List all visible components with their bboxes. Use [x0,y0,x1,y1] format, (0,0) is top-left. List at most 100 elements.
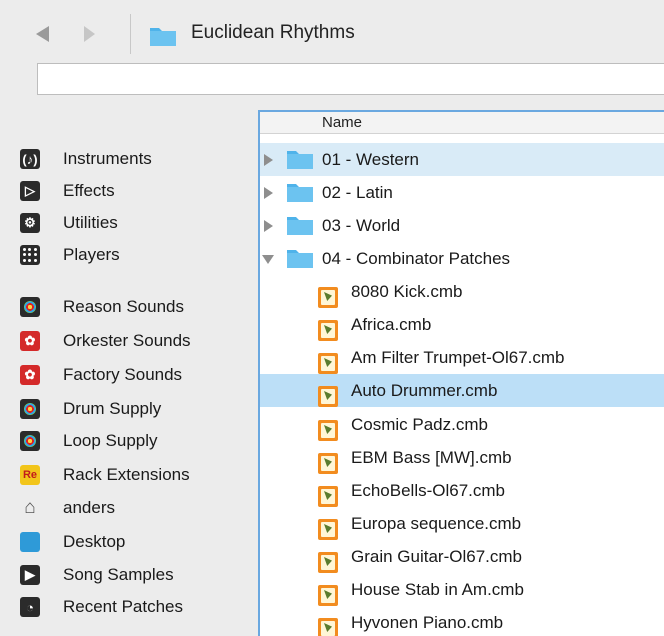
disclosure-triangle-icon[interactable] [262,255,274,264]
folder-icon [150,28,176,46]
recent-patches-icon: ◔ [20,597,40,617]
file-row[interactable]: EchoBells-Ol67.cmb [260,474,664,507]
sidebar-item-drum-supply[interactable]: Drum Supply [20,396,161,422]
song-samples-icon: ▶ [20,565,40,585]
folder-row[interactable]: 02 - Latin [260,176,664,209]
file-label: EchoBells-Ol67.cmb [351,481,506,500]
sidebar-item-label: Orkester Sounds [63,331,191,350]
utilities-icon: ⚙ [20,213,40,233]
column-header-label: Name [322,114,363,131]
combinator-patch-icon [318,287,338,308]
disclosure-triangle-icon[interactable] [264,220,273,232]
file-label: Africa.cmb [351,315,432,334]
sidebar-item-effects[interactable]: ▷ Effects [20,178,115,204]
rack-extensions-icon: Re [20,465,40,485]
sidebar-item-reason-sounds[interactable]: Reason Sounds [20,294,184,320]
sidebar-item-label: Loop Supply [63,431,158,450]
drum-supply-icon [20,399,40,419]
home-icon: ⌂ [24,497,36,518]
instruments-icon: (♪) [20,149,40,169]
sidebar-item-label: Reason Sounds [63,297,184,316]
combinator-patch-icon [318,519,338,540]
file-label: Cosmic Padz.cmb [351,415,488,434]
forward-arrow-icon[interactable] [84,26,95,42]
sidebar-item-label: Desktop [63,532,126,551]
sidebar-item-instruments[interactable]: (♪) Instruments [20,146,152,172]
sidebar-item-label: Song Samples [63,565,174,584]
folder-label: 03 - World [322,216,401,235]
orkester-sounds-icon: ✿ [20,331,40,351]
sidebar-item-players[interactable]: Players [20,242,120,268]
sidebar-item-label: Factory Sounds [63,365,183,384]
sidebar-item-utilities[interactable]: ⚙ Utilities [20,210,118,236]
sidebar-item-label: Rack Extensions [63,465,190,484]
sidebar-item-label: Recent Patches [63,597,184,616]
folder-icon [287,151,313,169]
back-arrow-icon[interactable] [36,26,49,42]
sidebar-item-label: Utilities [63,213,118,232]
disclosure-triangle-icon[interactable] [264,187,273,199]
folder-icon [287,184,313,202]
sidebar-item-label: Players [63,245,120,264]
sidebar-item-label: anders [63,498,115,517]
file-label: Europa sequence.cmb [351,514,522,533]
combinator-patch-icon [318,486,338,507]
path-title: Euclidean Rhythms [191,22,355,43]
file-row[interactable]: EBM Bass [MW].cmb [260,441,664,474]
combinator-patch-icon [318,320,338,341]
combinator-patch-icon [318,618,338,636]
combinator-patch-icon [318,552,338,573]
combinator-patch-icon [318,420,338,441]
sidebar-item-label: Drum Supply [63,399,162,418]
file-list[interactable]: Name 01 - Western 02 - Latin 03 - World … [258,110,664,636]
factory-sounds-icon: ✿ [20,365,40,385]
folder-label: 02 - Latin [322,183,393,202]
file-label: Auto Drummer.cmb [351,381,498,400]
sidebar-item-song-samples[interactable]: ▶ Song Samples [20,562,174,588]
sidebar: (♪) Instruments ▷ Effects ⚙ Utilities Pl… [0,110,258,636]
sidebar-item-recent-patches[interactable]: ◔ Recent Patches [20,594,183,620]
sidebar-item-label: Effects [63,181,115,200]
file-row-selected[interactable]: Auto Drummer.cmb [260,374,664,407]
effects-icon: ▷ [20,181,40,201]
desktop-folder-icon [20,532,40,552]
folder-label: 04 - Combinator Patches [322,249,511,268]
combinator-patch-icon [318,585,338,606]
file-label: Hyvonen Piano.cmb [351,613,504,632]
folder-icon [287,250,313,268]
combinator-patch-icon [318,353,338,374]
folder-icon [287,217,313,235]
sidebar-item-anders[interactable]: ⌂ anders [20,495,115,521]
file-row[interactable]: Cosmic Padz.cmb [260,408,664,441]
file-label: Am Filter Trumpet-Ol67.cmb [351,348,565,367]
search-input[interactable] [37,63,664,95]
file-row[interactable]: Grain Guitar-Ol67.cmb [260,540,664,573]
file-row[interactable]: House Stab in Am.cmb [260,573,664,606]
sidebar-item-factory-sounds[interactable]: ✿ Factory Sounds [20,362,182,388]
combinator-patch-icon [318,386,338,407]
folder-row[interactable]: 03 - World [260,209,664,242]
folder-label: 01 - Western [322,150,420,169]
file-row[interactable]: Europa sequence.cmb [260,507,664,540]
folder-row[interactable]: 04 - Combinator Patches [260,242,664,275]
players-icon [20,245,40,265]
column-header-name[interactable]: Name [260,112,664,134]
toolbar-divider [130,14,131,54]
sidebar-item-desktop[interactable]: Desktop [20,529,125,555]
file-row[interactable]: 8080 Kick.cmb [260,275,664,308]
file-row[interactable]: Am Filter Trumpet-Ol67.cmb [260,341,664,374]
disclosure-triangle-icon[interactable] [264,154,273,166]
sidebar-item-label: Instruments [63,149,152,168]
file-label: House Stab in Am.cmb [351,580,524,599]
sidebar-item-loop-supply[interactable]: Loop Supply [20,428,158,454]
file-row[interactable]: Africa.cmb [260,308,664,341]
file-label: 8080 Kick.cmb [351,282,463,301]
file-row[interactable]: Hyvonen Piano.cmb [260,606,664,636]
combinator-patch-icon [318,453,338,474]
loop-supply-icon [20,431,40,451]
file-label: Grain Guitar-Ol67.cmb [351,547,522,566]
sidebar-item-orkester-sounds[interactable]: ✿ Orkester Sounds [20,328,191,354]
sidebar-item-rack-extensions[interactable]: Re Rack Extensions [20,462,190,488]
reason-sounds-icon [20,297,40,317]
folder-row[interactable]: 01 - Western [260,143,664,176]
